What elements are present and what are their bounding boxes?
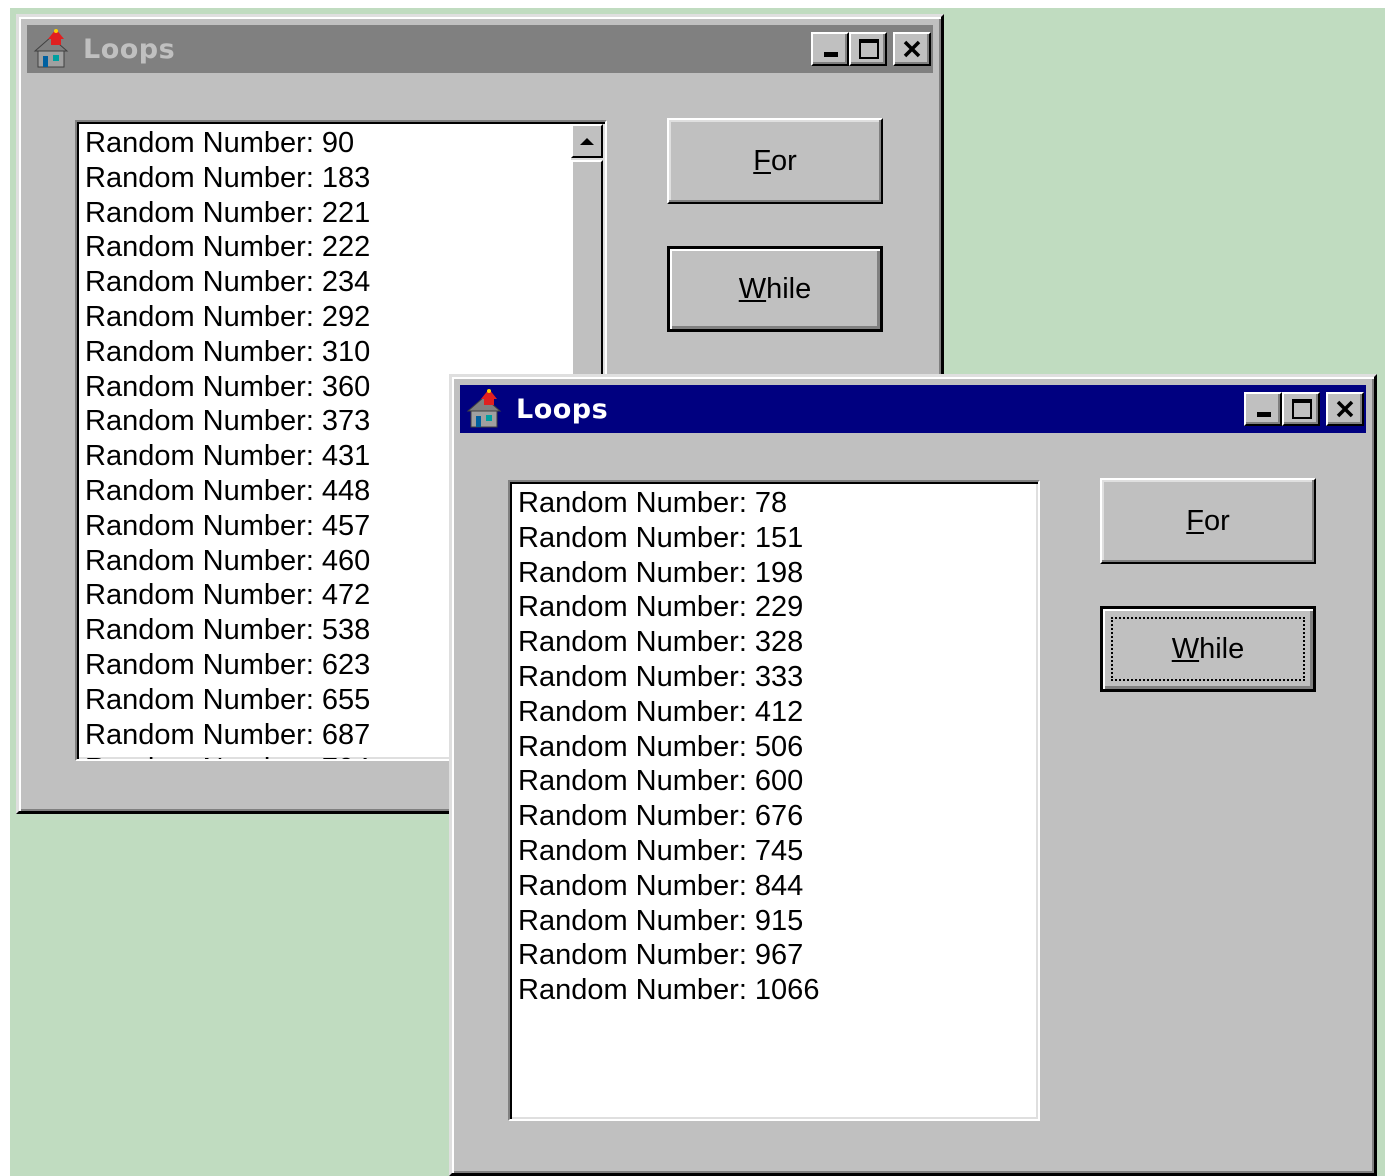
close-icon	[1336, 400, 1354, 418]
list-item[interactable]: Random Number: 198	[518, 556, 819, 591]
list-item[interactable]: Random Number: 373	[85, 404, 370, 439]
house-icon	[33, 29, 69, 68]
list-item[interactable]: Random Number: 687	[85, 718, 370, 753]
list-item[interactable]: Random Number: 183	[85, 161, 370, 196]
house-icon	[466, 389, 502, 428]
minimize-button[interactable]	[811, 32, 849, 66]
list-item[interactable]: Random Number: 412	[518, 695, 819, 730]
minimize-icon	[1257, 412, 1271, 417]
list-item[interactable]: Random Number: 655	[85, 683, 370, 718]
desktop-left-edge	[0, 0, 10, 1176]
list-item[interactable]: Random Number: 844	[518, 869, 819, 904]
minimize-button[interactable]	[1244, 392, 1282, 426]
close-button[interactable]	[1326, 392, 1364, 426]
minimize-icon	[824, 52, 838, 57]
list-item[interactable]: Random Number: 460	[85, 544, 370, 579]
scroll-thumb[interactable]	[571, 160, 603, 390]
desktop-top-edge	[0, 0, 1385, 8]
maximize-button[interactable]	[849, 32, 887, 66]
while-button-label: While	[1171, 632, 1245, 665]
list-item[interactable]: Random Number: 310	[85, 335, 370, 370]
for-button[interactable]: For	[1100, 478, 1316, 564]
list-item[interactable]: Random Number: 328	[518, 625, 819, 660]
list-item[interactable]: Random Number: 538	[85, 613, 370, 648]
list-item[interactable]: Random Number: 623	[85, 648, 370, 683]
list-item[interactable]: Random Number: 234	[85, 265, 370, 300]
caption-buttons	[1244, 392, 1364, 426]
list-item[interactable]: Random Number: 78	[518, 486, 819, 521]
list-item[interactable]: Random Number: 333	[518, 660, 819, 695]
list-item[interactable]: Random Number: 448	[85, 474, 370, 509]
list-item[interactable]: Random Number: 600	[518, 764, 819, 799]
list-items: Random Number: 90 Random Number: 183 Ran…	[85, 126, 370, 759]
list-item[interactable]: Random Number: 704	[85, 752, 370, 759]
list-item[interactable]: Random Number: 90	[85, 126, 370, 161]
list-items: Random Number: 78 Random Number: 151 Ran…	[518, 486, 819, 1008]
list-item[interactable]: Random Number: 457	[85, 509, 370, 544]
while-button-label: While	[738, 272, 812, 305]
for-button-label: For	[1186, 504, 1230, 537]
title-bar[interactable]: Loops	[27, 25, 933, 73]
list-item[interactable]: Random Number: 221	[85, 196, 370, 231]
list-item[interactable]: Random Number: 229	[518, 590, 819, 625]
for-button-label: For	[753, 144, 797, 177]
arrow-up-icon	[580, 137, 594, 145]
for-button[interactable]: For	[667, 118, 883, 204]
list-item[interactable]: Random Number: 151	[518, 521, 819, 556]
scroll-up-button[interactable]	[571, 124, 603, 158]
random-number-listbox[interactable]: Random Number: 78 Random Number: 151 Ran…	[508, 480, 1040, 1121]
loops-window-front[interactable]: Loops Random Number: 78 Random Number: 1…	[449, 374, 1377, 1176]
list-item[interactable]: Random Number: 222	[85, 230, 370, 265]
while-button[interactable]: While	[1100, 606, 1316, 692]
window-title: Loops	[516, 393, 609, 425]
list-item[interactable]: Random Number: 360	[85, 370, 370, 405]
close-icon	[903, 40, 921, 58]
window-title: Loops	[83, 33, 176, 65]
maximize-icon	[1292, 399, 1312, 419]
title-bar[interactable]: Loops	[460, 385, 1366, 433]
list-item[interactable]: Random Number: 915	[518, 904, 819, 939]
list-item[interactable]: Random Number: 472	[85, 578, 370, 613]
close-button[interactable]	[893, 32, 931, 66]
maximize-button[interactable]	[1282, 392, 1320, 426]
while-button[interactable]: While	[667, 246, 883, 332]
list-item[interactable]: Random Number: 431	[85, 439, 370, 474]
list-item[interactable]: Random Number: 1066	[518, 973, 819, 1008]
list-item[interactable]: Random Number: 292	[85, 300, 370, 335]
caption-buttons	[811, 32, 931, 66]
list-item[interactable]: Random Number: 506	[518, 730, 819, 765]
maximize-icon	[859, 39, 879, 59]
list-item[interactable]: Random Number: 967	[518, 938, 819, 973]
list-item[interactable]: Random Number: 676	[518, 799, 819, 834]
list-item[interactable]: Random Number: 745	[518, 834, 819, 869]
